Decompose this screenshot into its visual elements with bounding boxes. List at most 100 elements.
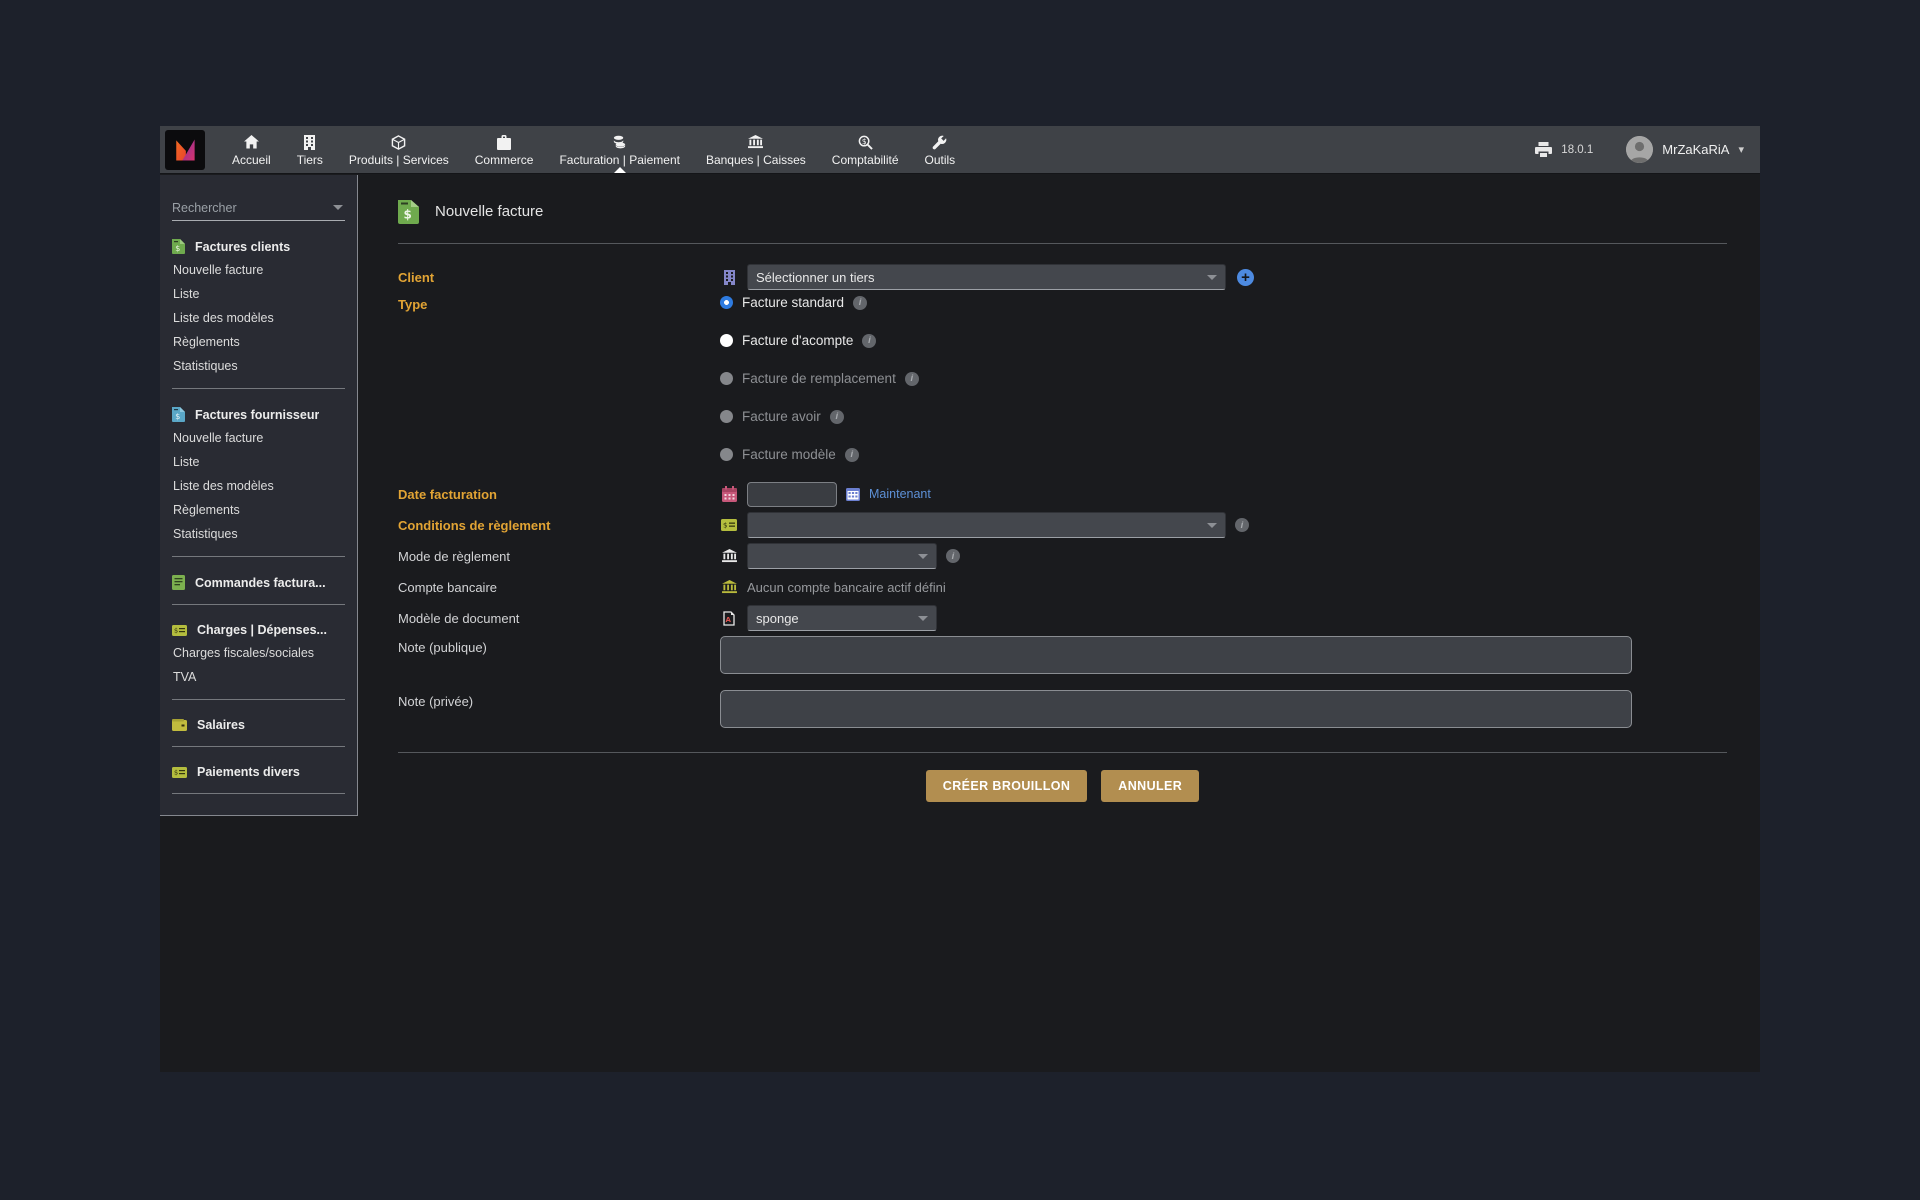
bank-icon xyxy=(748,134,763,150)
info-icon: i xyxy=(862,334,876,348)
cube-icon xyxy=(391,134,406,150)
menu-accueil[interactable]: Accueil xyxy=(219,126,284,173)
menu-outils[interactable]: Outils xyxy=(912,126,969,173)
section-title: Paiements divers xyxy=(197,765,300,779)
invoice-blue-icon: $ xyxy=(172,407,185,422)
app-logo[interactable] xyxy=(165,130,205,170)
menu-label: Banques | Caisses xyxy=(706,153,806,167)
chevron-down-icon[interactable]: ▾ xyxy=(1738,143,1744,156)
menu-label: Accueil xyxy=(232,153,271,167)
sidebar-item-nouvelle-facture[interactable]: Nouvelle facture xyxy=(160,426,357,450)
svg-text:A: A xyxy=(726,616,732,624)
sidebar-heading-factures-fournisseur[interactable]: $ Factures fournisseur xyxy=(160,403,357,426)
separator xyxy=(172,556,345,557)
separator xyxy=(172,699,345,700)
sidebar-item-reglements[interactable]: Règlements xyxy=(160,330,357,354)
payment-terms-select[interactable] xyxy=(747,512,1226,538)
sidebar-heading-paiements-divers[interactable]: $ Paiements divers xyxy=(160,761,357,783)
menu-label: Facturation | Paiement xyxy=(559,153,680,167)
sidebar-heading-factures-clients[interactable]: $ Factures clients xyxy=(160,235,357,258)
document-model-select[interactable]: sponge xyxy=(747,605,937,631)
sidebar-item-statistiques[interactable]: Statistiques xyxy=(160,354,357,378)
new-invoice-form: Client Sélectionner un tiers + Type xyxy=(398,264,1727,728)
left-sidebar: Rechercher $ Factures clients Nouvelle f… xyxy=(160,175,358,816)
payment-mode-select[interactable] xyxy=(747,543,937,569)
radio-label: Facture standard xyxy=(742,295,844,310)
create-draft-button[interactable]: CRÉER BROUILLON xyxy=(926,770,1088,802)
svg-text:$: $ xyxy=(404,208,412,222)
menu-produits-services[interactable]: Produits | Services xyxy=(336,126,462,173)
sidebar-item-reglements[interactable]: Règlements xyxy=(160,498,357,522)
sidebar-item-liste[interactable]: Liste xyxy=(160,282,357,306)
menu-label: Commerce xyxy=(475,153,534,167)
menu-banques-caisses[interactable]: Banques | Caisses xyxy=(693,126,819,173)
wallet-icon xyxy=(172,719,187,731)
select-caret-icon xyxy=(918,616,928,621)
radio-facture-standard[interactable]: Facture standard i xyxy=(720,295,867,310)
document-model-row: Modèle de document A sponge xyxy=(398,605,1727,631)
invoice-green-icon: $ xyxy=(172,239,185,254)
menu-comptabilite[interactable]: $ Comptabilité xyxy=(819,126,912,173)
svg-text:$: $ xyxy=(175,244,180,253)
company-icon xyxy=(720,270,738,285)
main-content: $ Nouvelle facture Client Sélectionner u… xyxy=(359,196,1760,802)
bank-account-row: Compte bancaire Aucun compte bancaire ac… xyxy=(398,574,1727,600)
radio-label: Facture modèle xyxy=(742,447,836,462)
datepicker-icon[interactable] xyxy=(846,487,860,501)
page-title-row: $ Nouvelle facture xyxy=(398,196,1727,226)
home-icon xyxy=(244,134,259,150)
cancel-button[interactable]: ANNULER xyxy=(1101,770,1199,802)
sidebar-heading-salaires[interactable]: Salaires xyxy=(160,714,357,736)
sidebar-item-liste[interactable]: Liste xyxy=(160,450,357,474)
sidebar-item-tva[interactable]: TVA xyxy=(160,665,357,689)
building-icon xyxy=(304,134,315,150)
search-input[interactable]: Rechercher xyxy=(172,195,345,221)
info-icon: i xyxy=(1235,518,1249,532)
sidebar-heading-charges[interactable]: $ Charges | Dépenses... xyxy=(160,619,357,641)
sidebar-item-statistiques[interactable]: Statistiques xyxy=(160,522,357,546)
info-icon: i xyxy=(905,372,919,386)
sidebar-item-nouvelle-facture[interactable]: Nouvelle facture xyxy=(160,258,357,282)
top-menu-bar: Accueil Tiers Produits | Services Commer… xyxy=(160,126,1760,174)
section-title: Charges | Dépenses... xyxy=(197,623,327,637)
bank-account-status: Aucun compte bancaire actif défini xyxy=(747,580,946,595)
search-placeholder: Rechercher xyxy=(172,201,237,215)
menu-facturation-paiement[interactable]: Facturation | Paiement xyxy=(546,126,693,173)
menu-commerce[interactable]: Commerce xyxy=(462,126,547,173)
select-caret-icon xyxy=(918,554,928,559)
user-avatar[interactable] xyxy=(1626,136,1653,163)
menu-tiers[interactable]: Tiers xyxy=(284,126,336,173)
document-model-label: Modèle de document xyxy=(398,611,720,626)
sidebar-section-commandes: Commandes factura... xyxy=(160,571,357,605)
date-input[interactable] xyxy=(747,482,837,507)
separator xyxy=(398,752,1727,753)
payment-terms-label: Conditions de règlement xyxy=(398,518,720,533)
pdf-file-icon: A xyxy=(720,611,738,626)
section-title: Factures clients xyxy=(195,240,290,254)
username[interactable]: MrZaKaRiA xyxy=(1662,142,1729,157)
date-label: Date facturation xyxy=(398,487,720,502)
print-icon[interactable] xyxy=(1535,142,1552,158)
now-link[interactable]: Maintenant xyxy=(869,487,931,501)
private-note-textarea[interactable] xyxy=(720,690,1632,728)
client-select[interactable]: Sélectionner un tiers xyxy=(747,264,1226,290)
radio-facture-acompte[interactable]: Facture d'acompte i xyxy=(720,333,876,348)
page-title: Nouvelle facture xyxy=(435,203,543,220)
sidebar-item-charges-fiscales[interactable]: Charges fiscales/sociales xyxy=(160,641,357,665)
svg-text:$: $ xyxy=(723,522,727,530)
sidebar-heading-commandes[interactable]: Commandes factura... xyxy=(160,571,357,594)
add-third-party-button[interactable]: + xyxy=(1237,269,1254,286)
private-note-row: Note (privée) xyxy=(398,690,1727,728)
radio-facture-avoir: Facture avoir i xyxy=(720,409,844,424)
sidebar-item-liste-des-modeles[interactable]: Liste des modèles xyxy=(160,474,357,498)
money-check-icon: $ xyxy=(720,519,738,531)
public-note-textarea[interactable] xyxy=(720,636,1632,674)
payment-terms-row: Conditions de règlement $ i xyxy=(398,512,1727,538)
sidebar-item-liste-des-modeles[interactable]: Liste des modèles xyxy=(160,306,357,330)
bank-yellow-icon xyxy=(720,580,738,594)
sidebar-section-factures-fournisseur: $ Factures fournisseur Nouvelle facture … xyxy=(160,403,357,557)
logo-mark xyxy=(171,136,199,164)
radio-label: Facture avoir xyxy=(742,409,821,424)
radio-disabled-icon xyxy=(720,410,733,423)
type-row: Type Facture standard i Facture d'acompt… xyxy=(398,295,1727,476)
